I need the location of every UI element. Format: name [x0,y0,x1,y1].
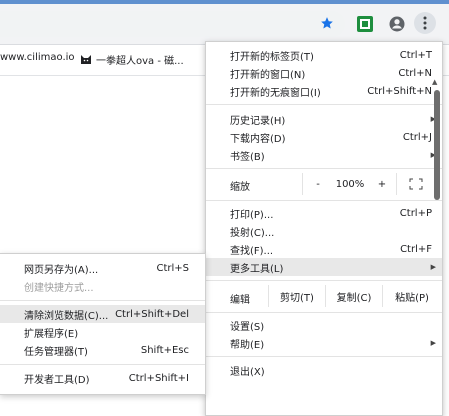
zoom-out-button[interactable]: - [306,173,330,195]
chrome-main-menu: 打开新的标签页(T) Ctrl+T 打开新的窗口(N) Ctrl+N 打开新的无… [205,41,443,416]
menu-item-history[interactable]: 历史记录(H) ▶ [206,110,442,128]
address-bar[interactable] [0,11,345,37]
cat-icon [80,53,92,68]
fullscreen-icon[interactable] [402,173,430,195]
submenu-item-save-page[interactable]: 网页另存为(A)... Ctrl+S [0,259,205,277]
menu-item-find[interactable]: 查找(F)... Ctrl+F [206,240,442,258]
menu-separator [0,300,205,301]
edit-row: 编辑 剪切(T) 复制(C) 粘贴(P) [206,285,442,307]
cut-button[interactable]: 剪切(T) [269,285,325,307]
submenu-item-devtools[interactable]: 开发者工具(D) Ctrl+Shift+I [0,369,205,387]
zoom-row: 缩放 - 100% + [206,173,442,195]
zoom-in-button[interactable]: + [370,173,394,195]
menu-item-bookmarks[interactable]: 书签(B) ▶ [206,146,442,164]
bookmark-item[interactable]: www.cilimao.io [0,52,75,63]
menu-item-cast[interactable]: 投射(C)... [206,222,442,240]
zoom-label: 缩放 [230,182,250,193]
chevron-right-icon: ▶ [430,263,436,271]
menu-separator [206,312,442,313]
menu-item-settings[interactable]: 设置(S) [206,316,442,334]
menu-separator [0,364,205,365]
more-tools-submenu: 网页另存为(A)... Ctrl+S 创建快捷方式... 清除浏览数据(C)..… [0,253,206,395]
menu-item-new-tab[interactable]: 打开新的标签页(T) Ctrl+T [206,46,442,64]
menu-item-more-tools[interactable]: 更多工具(L) ▶ [206,258,442,276]
menu-item-help[interactable]: 帮助(E) ▶ [206,334,442,352]
star-icon[interactable] [320,16,334,33]
menu-item-downloads[interactable]: 下载内容(D) Ctrl+J [206,128,442,146]
menu-item-new-window[interactable]: 打开新的窗口(N) Ctrl+N [206,64,442,82]
account-icon[interactable] [388,15,406,36]
scrollbar-thumb[interactable] [434,90,440,200]
browser-toolbar [0,4,449,45]
bookmark-item[interactable]: 一拳超人ova - 磁... [96,52,184,67]
submenu-item-task-manager[interactable]: 任务管理器(T) Shift+Esc [0,341,205,359]
menu-separator [206,356,442,357]
copy-button[interactable]: 复制(C) [326,285,382,307]
menu-item-new-incognito[interactable]: 打开新的无痕窗口(I) Ctrl+Shift+N [206,82,442,100]
menu-separator [206,104,442,105]
menu-separator [206,200,442,201]
menu-separator [206,168,442,169]
three-dots-vertical-icon[interactable] [414,12,436,34]
submenu-item-clear-data[interactable]: 清除浏览数据(C)... Ctrl+Shift+Del [0,305,205,323]
menu-item-exit[interactable]: 退出(X) [206,361,442,379]
submenu-item-extensions[interactable]: 扩展程序(E) [0,323,205,341]
submenu-item-create-shortcut: 创建快捷方式... [24,282,94,294]
chevron-right-icon: ▶ [430,339,436,347]
menu-separator [206,280,442,281]
edit-label: 编辑 [230,295,250,306]
extension-icon[interactable] [356,15,374,33]
scroll-up-icon[interactable]: ▲ [432,78,437,86]
zoom-level: 100% [335,178,365,190]
paste-button[interactable]: 粘贴(P) [383,285,441,307]
menu-item-print[interactable]: 打印(P)... Ctrl+P [206,204,442,222]
